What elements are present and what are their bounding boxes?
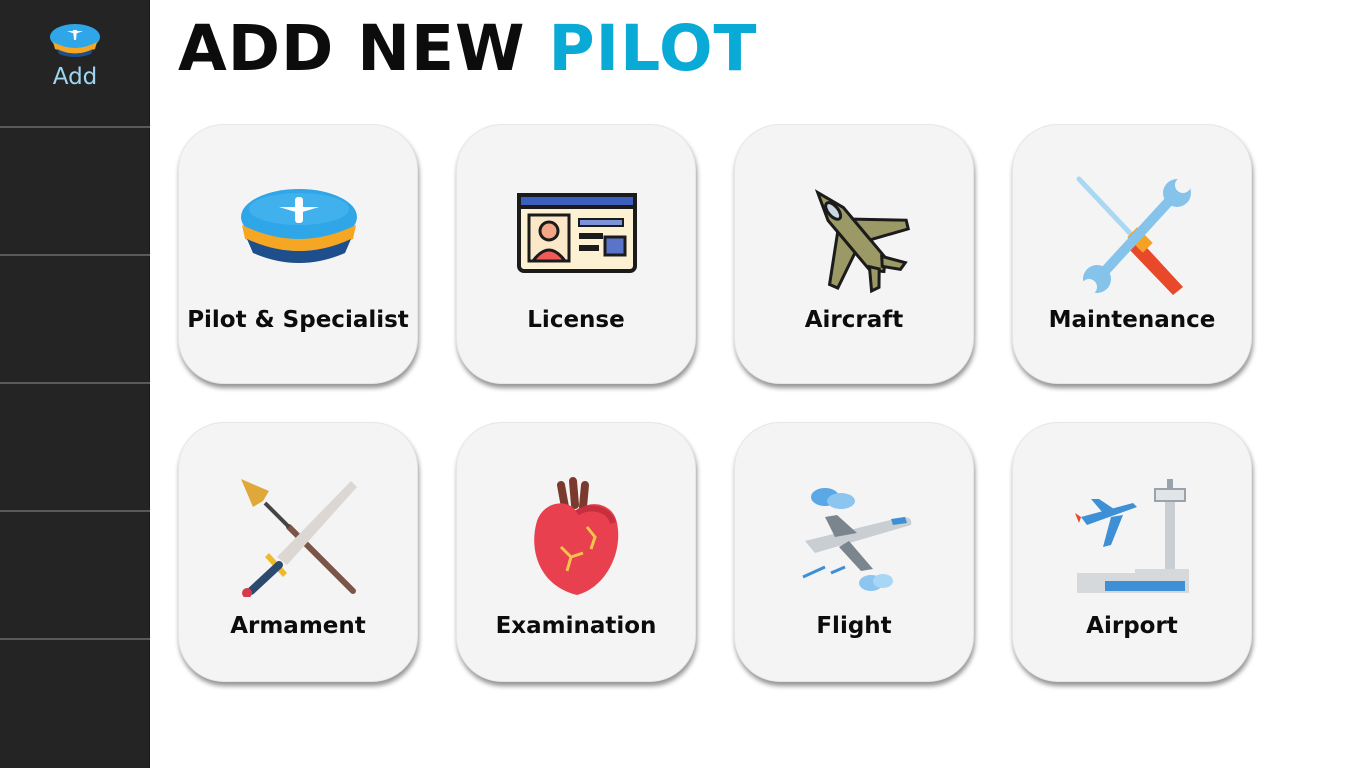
tile-armament[interactable]: Armament <box>178 422 418 682</box>
tile-license[interactable]: License <box>456 124 696 384</box>
page-title-main: ADD NEW <box>178 12 526 85</box>
tile-label: Flight <box>816 613 892 639</box>
tile-label: Examination <box>495 613 657 639</box>
sidebar: Add <box>0 0 150 768</box>
tile-label: Aircraft <box>804 307 904 333</box>
tile-label: Maintenance <box>1048 307 1216 333</box>
airplane-clouds-icon <box>802 488 912 591</box>
tile-pilot-specialist[interactable]: Pilot & Specialist <box>178 124 418 384</box>
tile-airport[interactable]: Airport <box>1012 422 1252 682</box>
sidebar-item-empty[interactable] <box>0 128 150 256</box>
id-card-icon <box>517 193 637 273</box>
fighter-jet-icon <box>814 189 911 294</box>
sidebar-item-label: Add <box>52 64 98 90</box>
page-title: ADD NEW PILOT <box>178 12 758 85</box>
tile-label: Airport <box>1086 613 1178 639</box>
tile-label: License <box>527 307 625 333</box>
tile-examination[interactable]: Examination <box>456 422 696 682</box>
sidebar-item-add[interactable]: Add <box>0 0 150 128</box>
sidebar-item-empty[interactable] <box>0 256 150 384</box>
tile-maintenance[interactable]: Maintenance <box>1012 124 1252 384</box>
tile-flight[interactable]: Flight <box>734 422 974 682</box>
sidebar-item-empty[interactable] <box>0 512 150 640</box>
pilot-cap-icon <box>241 189 357 263</box>
heart-icon <box>534 477 619 595</box>
pilot-cap-icon <box>50 24 100 57</box>
tools-icon <box>1076 176 1191 295</box>
airport-icon <box>1075 479 1189 593</box>
tile-aircraft[interactable]: Aircraft <box>734 124 974 384</box>
tile-label: Armament <box>230 613 366 639</box>
weapons-icon <box>241 479 357 597</box>
tile-label: Pilot & Specialist <box>187 307 409 333</box>
page-title-accent: PILOT <box>548 12 758 85</box>
sidebar-item-empty[interactable] <box>0 640 150 768</box>
sidebar-item-empty[interactable] <box>0 384 150 512</box>
